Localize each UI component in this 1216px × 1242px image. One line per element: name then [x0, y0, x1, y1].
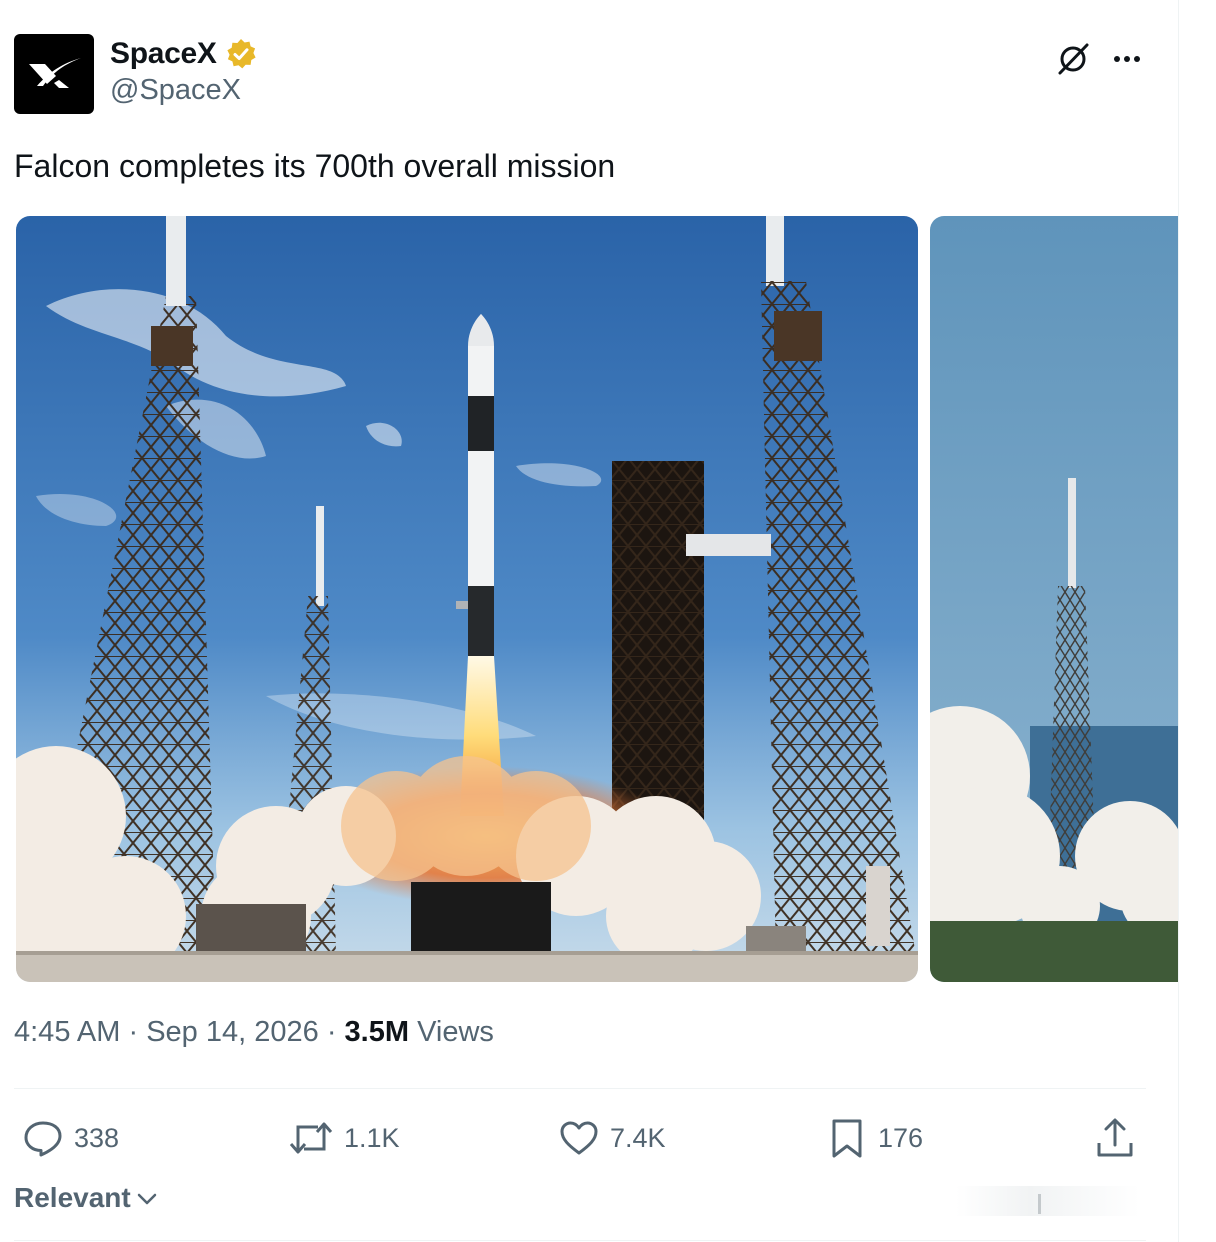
spacex-logo [29, 58, 81, 88]
repost-icon [289, 1122, 333, 1154]
meta-separator: · [128, 1016, 139, 1048]
views-label: Views [417, 1016, 494, 1048]
media-photo-1[interactable] [16, 216, 918, 982]
column-divider [1178, 0, 1179, 1242]
reply-button[interactable]: 338 [22, 1116, 119, 1160]
chevron-down-icon [137, 1193, 156, 1205]
like-button[interactable]: 7.4K [558, 1116, 666, 1160]
sort-dropdown[interactable]: Relevant [14, 1182, 159, 1214]
like-count: 7.4K [610, 1122, 666, 1153]
grok-icon[interactable] [1054, 40, 1092, 78]
media-photo-2[interactable] [930, 216, 1178, 982]
loading-placeholder [956, 1186, 1140, 1216]
sort-label: Relevant [14, 1182, 131, 1213]
tweet-date[interactable]: Sep 14, 2026 [146, 1016, 319, 1048]
bookmark-icon [832, 1119, 862, 1158]
avatar[interactable] [14, 34, 94, 114]
launch-photo [16, 216, 918, 982]
reply-icon [24, 1121, 62, 1157]
reply-count: 338 [74, 1122, 120, 1153]
divider-bottom [14, 1240, 1146, 1241]
repost-button[interactable]: 1.1K [288, 1116, 400, 1160]
meta-separator-2: · [326, 1016, 337, 1048]
like-icon [560, 1121, 598, 1155]
launch-photo-2 [930, 216, 1178, 982]
more-icon[interactable] [1110, 42, 1144, 76]
tweet-meta: 4:45 AM · Sep 14, 2026 · 3.5M Views [14, 1016, 494, 1049]
divider [14, 1088, 1146, 1089]
loading-placeholder-tick [1038, 1194, 1041, 1214]
verified-badge-icon [227, 39, 256, 69]
display-name[interactable]: SpaceX [110, 37, 217, 71]
share-button[interactable] [1094, 1116, 1136, 1160]
views-count: 3.5M [344, 1016, 410, 1048]
share-icon [1097, 1118, 1133, 1157]
bookmark-count: 176 [878, 1122, 924, 1153]
handle[interactable]: @SpaceX [110, 74, 257, 107]
tweet-text: Falcon completes its 700th overall missi… [14, 148, 616, 184]
tweet-time[interactable]: 4:45 AM [14, 1016, 120, 1048]
author-block: SpaceX @SpaceX [110, 36, 257, 107]
repost-count: 1.1K [344, 1122, 400, 1153]
tweet-header: SpaceX @SpaceX [14, 34, 1164, 114]
bookmark-button[interactable]: 176 [826, 1116, 923, 1160]
